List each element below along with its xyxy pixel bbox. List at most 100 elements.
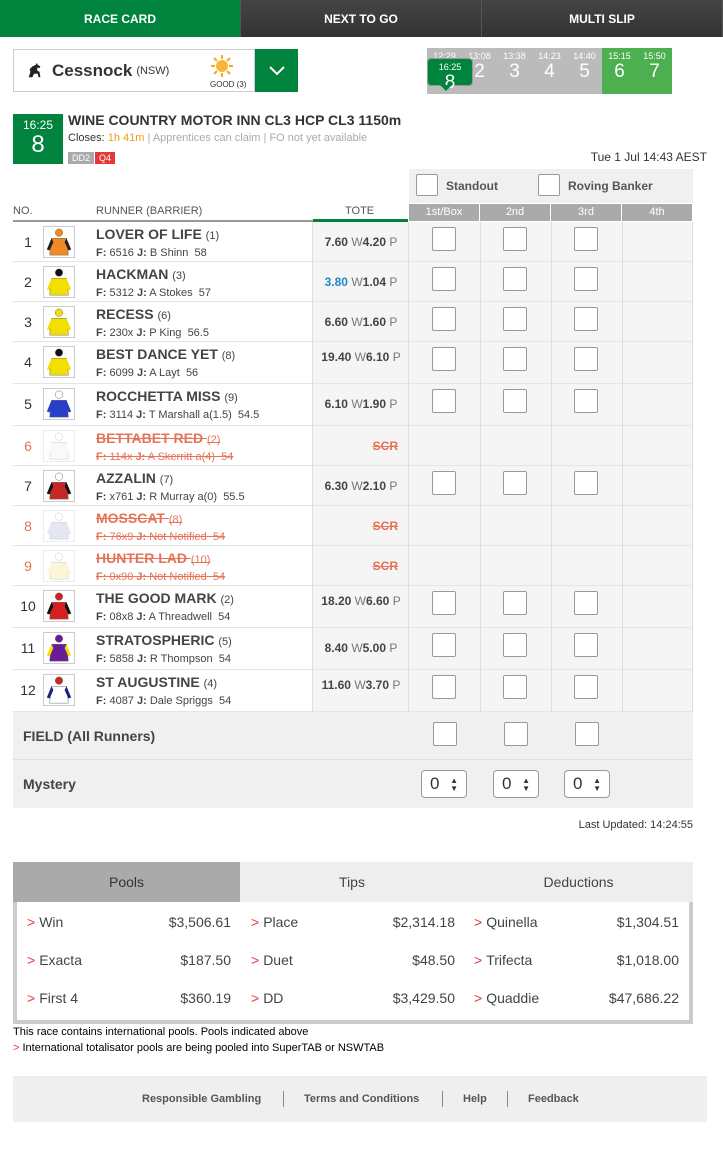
- tote-odds[interactable]: 3.80 W1.04 P: [314, 275, 408, 289]
- runner-name[interactable]: ST AUGUSTINE (4): [96, 674, 217, 690]
- mystery-select-1st[interactable]: 0 ▲ ▼: [421, 770, 467, 798]
- tab-deductions[interactable]: Deductions: [464, 862, 693, 902]
- tote-odds[interactable]: 6.10 W1.90 P: [314, 397, 408, 411]
- race-tab-4[interactable]: 14:23 4: [532, 48, 567, 94]
- roving-banker-checkbox[interactable]: [538, 174, 560, 196]
- race-tab-3[interactable]: 13:38 3: [497, 48, 532, 94]
- checkbox-3rd[interactable]: [574, 307, 598, 331]
- tab-race-card[interactable]: RACE CARD: [0, 0, 241, 37]
- tab-next-to-go[interactable]: NEXT TO GO: [241, 0, 482, 37]
- tote-odds[interactable]: 6.60 W1.60 P: [314, 315, 408, 329]
- help-link[interactable]: Help: [463, 1093, 487, 1105]
- tote-odds[interactable]: 7.60 W4.20 P: [314, 235, 408, 249]
- runner-row[interactable]: 1 LOVER OF LIFE (1) F: 6516 J: B Shinn 58 7…: [13, 222, 693, 262]
- tab-pools[interactable]: Pools: [13, 862, 240, 902]
- checkbox-2nd[interactable]: [503, 591, 527, 615]
- checkbox-2nd[interactable]: [503, 471, 527, 495]
- checkbox-2nd[interactable]: [503, 227, 527, 251]
- checkbox-1st[interactable]: [432, 633, 456, 657]
- runner-row[interactable]: 9 HUNTER LAD (10) F: 0x90 J: Not Notified …: [13, 546, 693, 586]
- checkbox-3rd[interactable]: [574, 633, 598, 657]
- tote-odds[interactable]: 8.40 W5.00 P: [314, 641, 408, 655]
- checkbox-2nd[interactable]: [503, 633, 527, 657]
- tote-odds[interactable]: 19.40 W6.10 P: [314, 347, 408, 367]
- tote-odds[interactable]: 11.60 W3.70 P: [314, 675, 408, 695]
- checkbox-1st[interactable]: [432, 307, 456, 331]
- checkbox-3rd[interactable]: [574, 267, 598, 291]
- runner-name[interactable]: HUNTER LAD (10): [96, 550, 210, 566]
- race-tab-8[interactable]: 16:25 8: [427, 58, 473, 93]
- checkbox-3rd[interactable]: [574, 675, 598, 699]
- runner-name[interactable]: AZZALIN (7): [96, 470, 173, 486]
- runner-name[interactable]: LOVER OF LIFE (1): [96, 226, 219, 242]
- pool-name[interactable]: > Place: [251, 914, 298, 930]
- checkbox-2nd[interactable]: [503, 675, 527, 699]
- checkbox-1st[interactable]: [432, 389, 456, 413]
- checkbox-2nd[interactable]: [503, 347, 527, 371]
- mystery-select-3rd[interactable]: 0 ▲ ▼: [564, 770, 610, 798]
- checkbox-2nd[interactable]: [503, 307, 527, 331]
- runner-row[interactable]: 3 RECESS (6) F: 230x J: P King 56.5 6.60 W1…: [13, 302, 693, 342]
- checkbox-2nd[interactable]: [503, 267, 527, 291]
- pool-name[interactable]: > Exacta: [27, 952, 82, 968]
- runner-row[interactable]: 4 BEST DANCE YET (8) F: 6099 J: A Layt 56 1…: [13, 342, 693, 384]
- runner-name[interactable]: MOSSCAT (8): [96, 510, 182, 526]
- runner-row[interactable]: 7 AZZALIN (7) F: x761 J: R Murray a(0) 55.…: [13, 466, 693, 506]
- runner-row[interactable]: 8 MOSSCAT (8) F: 76x9 J: Not Notified 54 SC…: [13, 506, 693, 546]
- runner-row[interactable]: 12 ST AUGUSTINE (4) F: 4087 J: Dale Sprigg…: [13, 670, 693, 712]
- runner-name[interactable]: HACKMAN (3): [96, 266, 186, 282]
- checkbox-1st[interactable]: [432, 347, 456, 371]
- checkbox-3rd[interactable]: [574, 347, 598, 371]
- runner-row[interactable]: 11 STRATOSPHERIC (5) F: 5858 J: R Thompson…: [13, 628, 693, 670]
- runner-name[interactable]: RECESS (6): [96, 306, 171, 322]
- runner-name[interactable]: THE GOOD MARK (2): [96, 590, 234, 606]
- terms-link[interactable]: Terms and Conditions: [304, 1093, 419, 1105]
- runner-name[interactable]: BEST DANCE YET (8): [96, 346, 235, 362]
- field-checkbox-2nd[interactable]: [504, 722, 528, 746]
- checkbox-3rd[interactable]: [574, 227, 598, 251]
- form-jockey: F: 76x9 J: Not Notified 54: [96, 531, 225, 543]
- runner-name[interactable]: ROCCHETTA MISS (9): [96, 388, 238, 404]
- checkbox-3rd[interactable]: [574, 471, 598, 495]
- checkbox-2nd[interactable]: [503, 389, 527, 413]
- runner-row[interactable]: 10 THE GOOD MARK (2) F: 08x8 J: A Threadwe…: [13, 586, 693, 628]
- pool-name[interactable]: > Quaddie: [474, 990, 539, 1006]
- race-tab-7[interactable]: 15:50 7: [637, 48, 672, 94]
- mystery-select-2nd[interactable]: 0 ▲ ▼: [493, 770, 539, 798]
- checkbox-1st[interactable]: [432, 471, 456, 495]
- runner-row[interactable]: 2 HACKMAN (3) F: 5312 J: A Stokes 57 3.80 W…: [13, 262, 693, 302]
- pool-name[interactable]: > First 4: [27, 990, 78, 1006]
- pool-name[interactable]: > Quinella: [474, 914, 538, 930]
- field-checkbox-1st[interactable]: [433, 722, 457, 746]
- pool-name[interactable]: > Trifecta: [474, 952, 532, 968]
- runner-name[interactable]: STRATOSPHERIC (5): [96, 632, 232, 648]
- pool-name[interactable]: > Duet: [251, 952, 293, 968]
- race-tab-6[interactable]: 15:15 6: [602, 48, 637, 94]
- venue-dropdown-button[interactable]: [255, 49, 298, 92]
- field-checkbox-3rd[interactable]: [575, 722, 599, 746]
- checkbox-3rd[interactable]: [574, 389, 598, 413]
- responsible-gambling-link[interactable]: Responsible Gambling: [142, 1093, 261, 1105]
- runner-name[interactable]: BETTABET RED (2): [96, 430, 220, 446]
- weight: 54: [221, 451, 234, 463]
- checkbox-1st[interactable]: [432, 267, 456, 291]
- venue-selector[interactable]: Cessnock (NSW) GOOD (3): [13, 49, 255, 92]
- runner-row[interactable]: 6 BETTABET RED (2) F: 114x J: A Skerritt a…: [13, 426, 693, 466]
- pool-value: $2,314.18: [392, 914, 455, 930]
- checkbox-1st[interactable]: [432, 227, 456, 251]
- race-tab-5[interactable]: 14:40 5: [567, 48, 602, 94]
- pool-value: $360.19: [180, 990, 231, 1006]
- tote-odds[interactable]: 6.30 W2.10 P: [314, 479, 408, 493]
- runner-row[interactable]: 5 ROCCHETTA MISS (9) F: 3114 J: T Marshall…: [13, 384, 693, 426]
- standout-checkbox[interactable]: [416, 174, 438, 196]
- checkbox-3rd[interactable]: [574, 591, 598, 615]
- checkbox-1st[interactable]: [432, 591, 456, 615]
- tab-multi-slip[interactable]: MULTI SLIP: [482, 0, 723, 37]
- pool-name[interactable]: > Win: [27, 914, 63, 930]
- tote-odds[interactable]: 18.20 W6.60 P: [314, 591, 408, 611]
- checkbox-1st[interactable]: [432, 675, 456, 699]
- tab-tips[interactable]: Tips: [240, 862, 464, 902]
- feedback-link[interactable]: Feedback: [528, 1093, 579, 1105]
- pool-name[interactable]: > DD: [251, 990, 283, 1006]
- form: 76x9: [109, 531, 134, 543]
